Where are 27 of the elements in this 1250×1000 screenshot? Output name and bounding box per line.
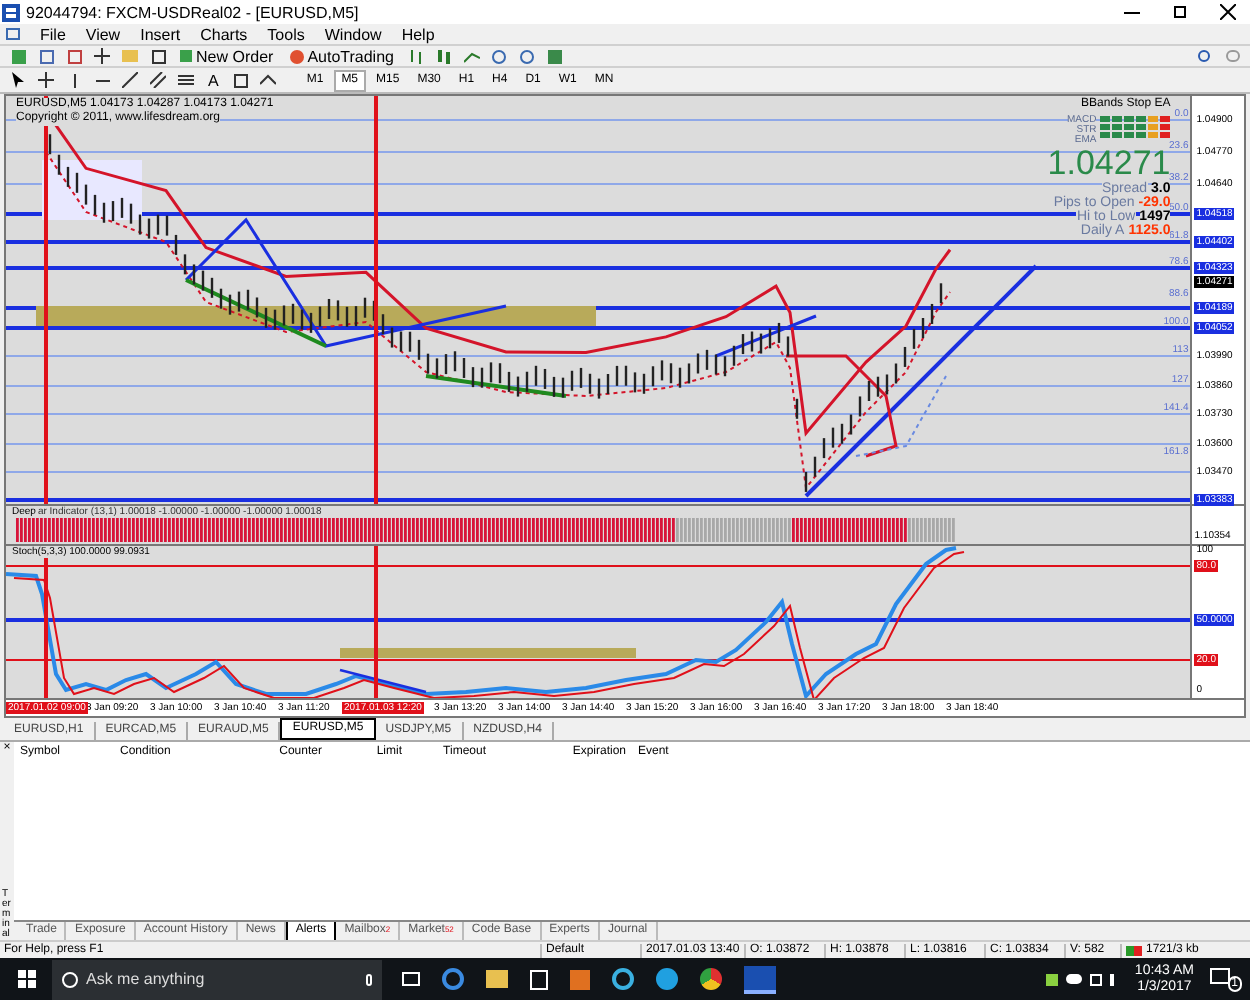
- new-order-button[interactable]: New Order: [176, 47, 278, 65]
- restore-icon[interactable]: [1174, 6, 1186, 18]
- candle-chart-icon[interactable]: [433, 46, 454, 66]
- bar-chart-icon[interactable]: [405, 46, 426, 66]
- connection-icon: [1126, 945, 1142, 955]
- close-icon[interactable]: [1220, 4, 1236, 20]
- window-title: 92044794: FXCM-USDReal02 - [EURUSD,M5]: [26, 3, 359, 21]
- channel-icon[interactable]: [148, 70, 168, 90]
- search-field[interactable]: Ask me anything: [52, 959, 382, 999]
- crosshair-icon[interactable]: [92, 46, 112, 66]
- menu-item[interactable]: Tools: [267, 25, 305, 43]
- text-tool-button[interactable]: A: [204, 71, 223, 89]
- fibonacci-icon[interactable]: [176, 70, 196, 90]
- menu-item[interactable]: File: [40, 25, 66, 43]
- crosshair-icon[interactable]: [36, 70, 56, 90]
- trendline-icon[interactable]: [120, 70, 140, 90]
- cloud-icon[interactable]: [1066, 974, 1083, 984]
- minimize-icon[interactable]: [1124, 11, 1140, 13]
- menu-item[interactable]: Help: [401, 25, 435, 43]
- menu-item[interactable]: Insert: [140, 25, 181, 43]
- cursor-icon[interactable]: [8, 70, 28, 90]
- menu-item[interactable]: Charts: [200, 25, 248, 43]
- current-price: 1.04271: [1047, 146, 1171, 182]
- menu-item[interactable]: View: [85, 25, 121, 43]
- menu-item[interactable]: Window: [324, 25, 382, 43]
- autotrading-button[interactable]: AutoTrading: [285, 47, 398, 65]
- signal-grid: [1100, 116, 1171, 138]
